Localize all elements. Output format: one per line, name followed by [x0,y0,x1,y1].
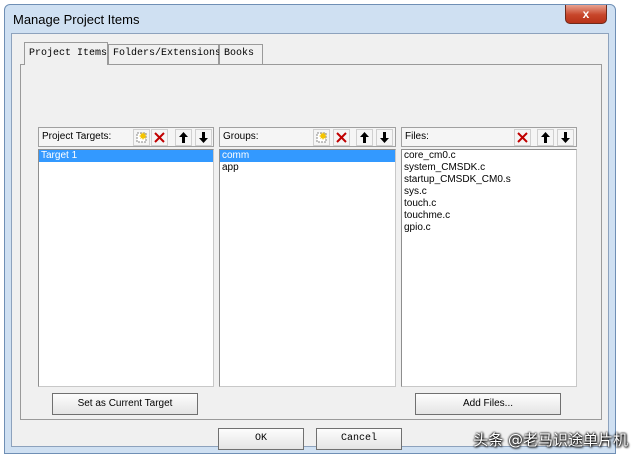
window-title: Manage Project Items [13,12,140,27]
new-target-button[interactable] [133,129,150,146]
arrow-down-icon [199,132,208,143]
arrow-up-icon [360,132,369,143]
delete-group-button[interactable] [333,129,350,146]
add-files-button[interactable]: Add Files... [415,393,561,415]
delete-icon [154,132,165,143]
move-file-up-button[interactable] [537,129,554,146]
groups-list[interactable]: comm app [219,149,396,387]
list-item-target-1[interactable]: Target 1 [39,150,213,162]
tab-label: Project Items [29,48,108,59]
ok-button[interactable]: OK [218,428,304,450]
list-item-file[interactable]: sys.c [402,186,576,198]
move-target-down-button[interactable] [195,129,212,146]
files-title: Files: [405,131,429,142]
targets-list[interactable]: Target 1 [38,149,214,387]
dialog-window: Manage Project Items x Project Items Fol… [4,4,616,454]
list-item-file[interactable]: startup_CMSDK_CM0.s [402,174,576,186]
files-header: Files: [401,127,577,147]
list-item-file[interactable]: touch.c [402,198,576,210]
list-item-file[interactable]: core_cm0.c [402,150,576,162]
arrow-up-icon [179,132,188,143]
groups-title: Groups: [223,131,259,142]
tab-books[interactable]: Books [219,44,263,64]
move-group-up-button[interactable] [356,129,373,146]
new-item-icon [316,132,327,143]
delete-icon [336,132,347,143]
delete-target-button[interactable] [151,129,168,146]
tab-label: Folders/Extensions [113,48,222,59]
list-item-file[interactable]: system_CMSDK.c [402,162,576,174]
targets-header: Project Targets: [38,127,214,147]
arrow-down-icon [561,132,570,143]
tab-label: Books [224,48,255,59]
move-group-down-button[interactable] [376,129,393,146]
files-list[interactable]: core_cm0.c system_CMSDK.c startup_CMSDK_… [401,149,577,387]
list-item-group-app[interactable]: app [220,162,395,174]
close-icon: x [582,7,590,21]
dialog-client: Project Items Folders/Extensions Books P… [11,33,609,450]
project-items-panel: Project Targets: Target 1 Groups: comm a… [20,64,602,420]
tab-project-items[interactable]: Project Items [24,42,108,65]
new-item-icon [136,132,147,143]
list-item-group-comm[interactable]: comm [220,150,395,162]
delete-file-button[interactable] [514,129,531,146]
groups-header: Groups: [219,127,396,147]
tab-folders-extensions[interactable]: Folders/Extensions [108,44,222,64]
targets-title: Project Targets: [42,131,112,142]
close-button[interactable]: x [565,5,607,24]
cancel-button[interactable]: Cancel [316,428,402,450]
move-target-up-button[interactable] [175,129,192,146]
title-bar[interactable]: Manage Project Items x [5,5,615,33]
watermark: 头条 @老马识途单片机 [473,431,628,449]
arrow-down-icon [380,132,389,143]
list-item-file[interactable]: gpio.c [402,222,576,234]
delete-icon [517,132,528,143]
move-file-down-button[interactable] [557,129,574,146]
new-group-button[interactable] [313,129,330,146]
set-current-target-button[interactable]: Set as Current Target [52,393,198,415]
arrow-up-icon [541,132,550,143]
list-item-file[interactable]: touchme.c [402,210,576,222]
